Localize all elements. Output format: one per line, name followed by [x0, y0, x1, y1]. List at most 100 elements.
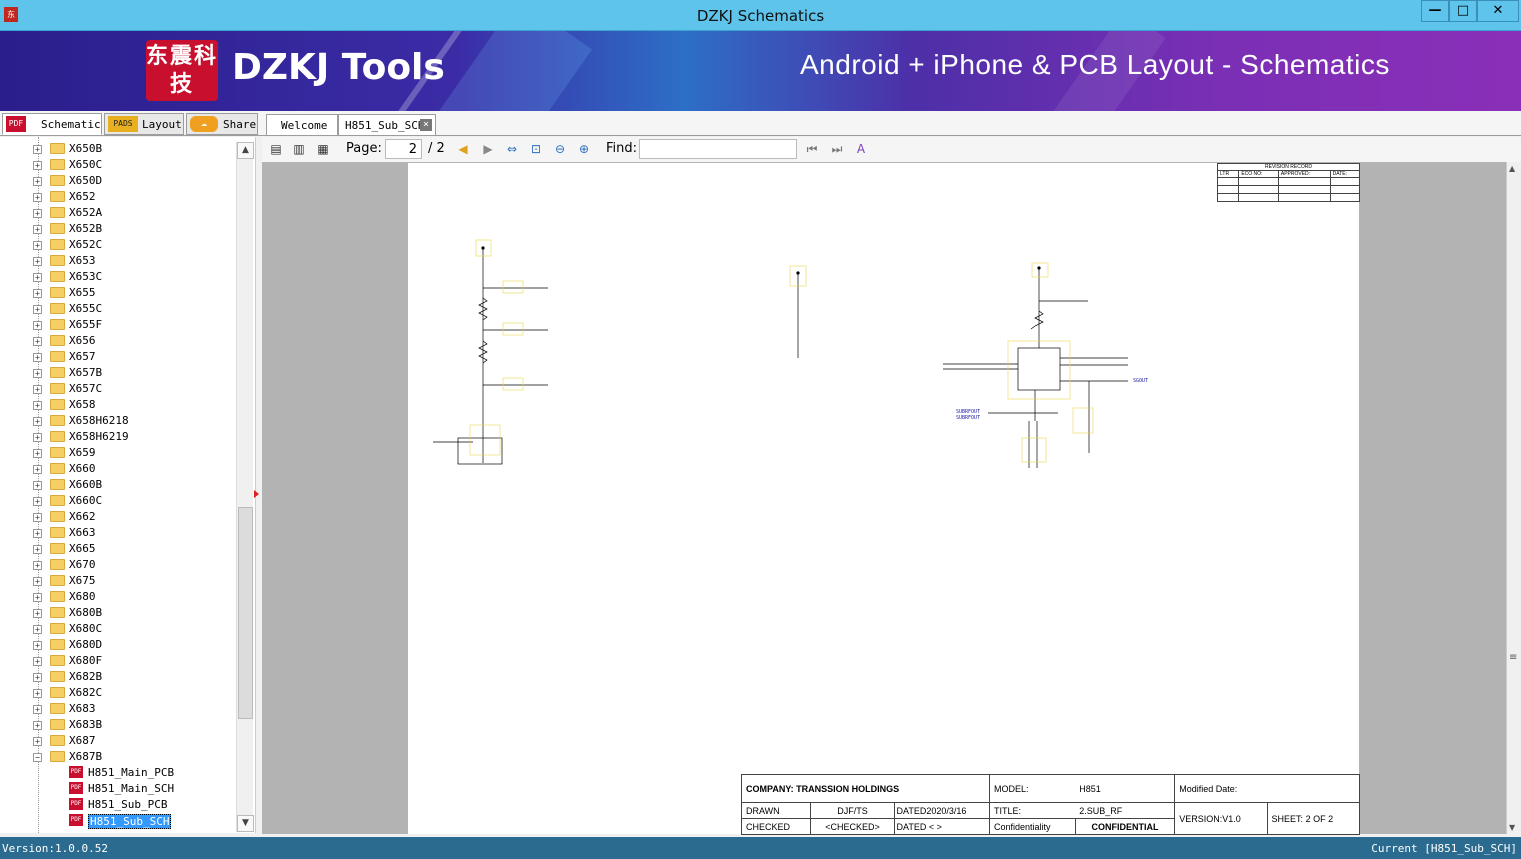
expand-icon[interactable]: +	[33, 529, 42, 538]
tree-folder-item[interactable]: + X656	[0, 333, 236, 349]
tree-folder-item[interactable]: + X670	[0, 557, 236, 573]
tree-folder-item[interactable]: + X660	[0, 461, 236, 477]
tree-folder-item[interactable]: + X657B	[0, 365, 236, 381]
scroll-up-icon[interactable]: ▲	[237, 142, 254, 159]
tree-folder-item[interactable]: + X653	[0, 253, 236, 269]
expand-icon[interactable]: +	[33, 609, 42, 618]
tree-folder-item[interactable]: + X652	[0, 189, 236, 205]
maximize-button[interactable]: □	[1449, 0, 1477, 22]
expand-icon[interactable]: +	[33, 481, 42, 490]
find-prev-icon[interactable]: ⏮	[804, 141, 820, 157]
page-input[interactable]: 2	[385, 139, 422, 159]
tab-share[interactable]: ☁ Share	[186, 113, 258, 135]
continuous-page-icon[interactable]: ▦	[315, 141, 331, 157]
tree-file-item[interactable]: PDF H851_Main_SCH	[0, 781, 236, 797]
scroll-down-icon[interactable]: ▼	[237, 815, 254, 832]
tree-file-item[interactable]: PDF H851_Sub_SCH	[0, 813, 236, 829]
expand-icon[interactable]: +	[33, 241, 42, 250]
expand-icon[interactable]: +	[33, 433, 42, 442]
tree-folder-item[interactable]: + X655	[0, 285, 236, 301]
tab-layout[interactable]: PADS Layout	[104, 113, 184, 135]
expand-icon[interactable]: +	[33, 721, 42, 730]
tree-folder-item[interactable]: + X658H6218	[0, 413, 236, 429]
tree-folder-item[interactable]: + X658H6219	[0, 429, 236, 445]
tree-folder-item[interactable]: + X650C	[0, 157, 236, 173]
tree-folder-item[interactable]: + X682B	[0, 669, 236, 685]
tree-folder-item[interactable]: + X650B	[0, 141, 236, 157]
scroll-thumb[interactable]	[238, 507, 253, 719]
viewer-scroll-down-icon[interactable]: ▼	[1509, 823, 1515, 832]
close-tab-icon[interactable]: ×	[420, 119, 432, 131]
tree-folder-item[interactable]: + X650D	[0, 173, 236, 189]
tree-file-item[interactable]: PDF H851_Main_PCB	[0, 765, 236, 781]
expand-icon[interactable]: +	[33, 145, 42, 154]
find-input[interactable]	[639, 139, 797, 159]
expand-icon[interactable]: +	[33, 369, 42, 378]
viewer-scrollbar[interactable]: ▲ ≡ ▼	[1506, 162, 1521, 834]
minimize-button[interactable]: —	[1421, 0, 1449, 22]
tree-scrollbar[interactable]: ▲ ▼	[236, 142, 254, 832]
tree-folder-item[interactable]: + X663	[0, 525, 236, 541]
tree-folder-item[interactable]: − X687B	[0, 749, 236, 765]
expand-icon[interactable]: +	[33, 401, 42, 410]
expand-icon[interactable]: +	[33, 465, 42, 474]
tree-folder-item[interactable]: + X660C	[0, 493, 236, 509]
expand-icon[interactable]: +	[33, 273, 42, 282]
expand-icon[interactable]: +	[33, 193, 42, 202]
expand-icon[interactable]: +	[33, 513, 42, 522]
tree-folder-item[interactable]: + X680B	[0, 605, 236, 621]
tree-folder-item[interactable]: + X652A	[0, 205, 236, 221]
tree-folder-item[interactable]: + X655C	[0, 301, 236, 317]
expand-icon[interactable]: +	[33, 705, 42, 714]
expand-icon[interactable]: +	[33, 577, 42, 586]
expand-icon[interactable]: +	[33, 289, 42, 298]
expand-icon[interactable]: +	[33, 657, 42, 666]
two-page-icon[interactable]: ▥	[291, 141, 307, 157]
tree-folder-item[interactable]: + X665	[0, 541, 236, 557]
tree-folder-item[interactable]: + X655F	[0, 317, 236, 333]
collapse-panel-icon[interactable]	[254, 490, 259, 498]
expand-icon[interactable]: +	[33, 353, 42, 362]
zoom-out-icon[interactable]: ⊖	[552, 141, 568, 157]
expand-icon[interactable]: +	[33, 593, 42, 602]
expand-icon[interactable]: +	[33, 321, 42, 330]
tree-folder-item[interactable]: + X653C	[0, 269, 236, 285]
tree-folder-item[interactable]: + X652C	[0, 237, 236, 253]
tree-folder-item[interactable]: + X680C	[0, 621, 236, 637]
document-viewer[interactable]: REVISION RECORD LTR ECO NO: APPROVED: DA…	[262, 162, 1507, 835]
expand-icon[interactable]: +	[33, 449, 42, 458]
tab-h851-sub-sch[interactable]: H851_Sub_SCH ×	[338, 114, 436, 135]
tree-folder-item[interactable]: + X657C	[0, 381, 236, 397]
expand-icon[interactable]: +	[33, 625, 42, 634]
expand-icon[interactable]: +	[33, 673, 42, 682]
tree-folder-item[interactable]: + X680	[0, 589, 236, 605]
expand-icon[interactable]: +	[33, 545, 42, 554]
tree-folder-item[interactable]: + X682C	[0, 685, 236, 701]
expand-icon[interactable]: +	[33, 257, 42, 266]
viewer-scroll-up-icon[interactable]: ▲	[1509, 164, 1515, 173]
expand-icon[interactable]: +	[33, 385, 42, 394]
fit-page-icon[interactable]: ⊡	[528, 141, 544, 157]
next-page-icon[interactable]: ▶	[480, 141, 496, 157]
tree-folder-item[interactable]: + X660B	[0, 477, 236, 493]
fit-width-icon[interactable]: ⇔	[504, 141, 520, 157]
viewer-scroll-grip-icon[interactable]: ≡	[1509, 652, 1517, 663]
tree-folder-item[interactable]: + X662	[0, 509, 236, 525]
tree-folder-item[interactable]: + X680D	[0, 637, 236, 653]
expand-icon[interactable]: +	[33, 177, 42, 186]
expand-icon[interactable]: +	[33, 209, 42, 218]
tree-folder-item[interactable]: + X683	[0, 701, 236, 717]
tab-welcome[interactable]: Welcome	[266, 114, 338, 135]
expand-icon[interactable]: +	[33, 305, 42, 314]
close-button[interactable]: ✕	[1477, 0, 1519, 22]
tree-folder-item[interactable]: + X658	[0, 397, 236, 413]
prev-page-icon[interactable]: ◀	[455, 141, 471, 157]
tree-folder-item[interactable]: + X659	[0, 445, 236, 461]
expand-icon[interactable]: +	[33, 497, 42, 506]
single-page-icon[interactable]: ▤	[268, 141, 284, 157]
tree-folder-item[interactable]: + X675	[0, 573, 236, 589]
tab-schematic[interactable]: PDF Schematic	[2, 113, 102, 135]
collapse-icon[interactable]: −	[33, 753, 42, 762]
expand-icon[interactable]: +	[33, 337, 42, 346]
zoom-in-icon[interactable]: ⊕	[576, 141, 592, 157]
